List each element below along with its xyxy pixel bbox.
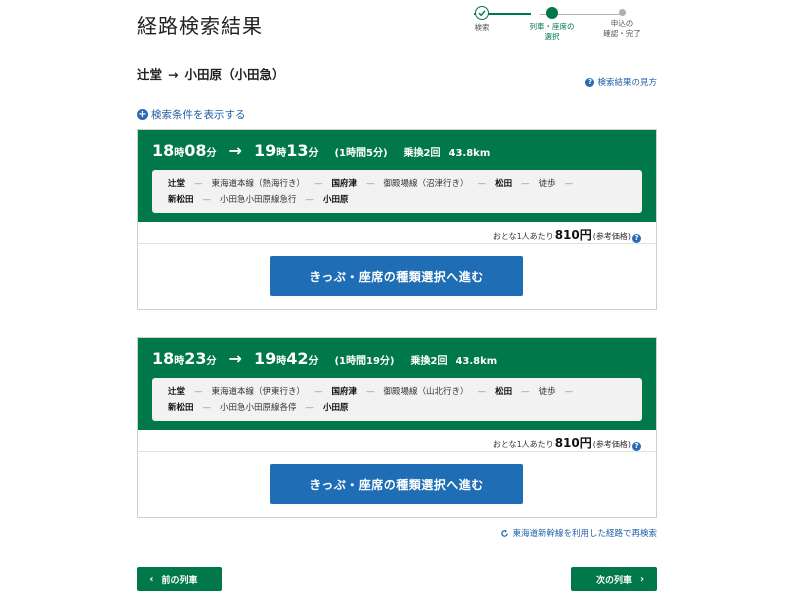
refresh-icon <box>501 529 509 537</box>
progress-stepper: 検索 列車・座席の 選択 申込の 確認・完了 <box>458 6 658 46</box>
transfers: 乗換2回 <box>403 148 441 159</box>
pending-step-dot <box>618 9 626 16</box>
step-search: 検索 <box>452 6 512 33</box>
show-conditions-link[interactable]: + 検索条件を表示する <box>137 107 246 122</box>
duration: (1時間19分) <box>334 356 395 367</box>
route-arrow: → <box>168 67 179 82</box>
distance: 43.8km <box>448 148 491 159</box>
route-details: 辻堂 — 東海道本線（熱海行き） — 国府津 — 御殿場線（沼津行き） — 松田 — 徒歩 — 新松田… <box>152 170 642 213</box>
proceed-button[interactable]: きっぷ・座席の種類選択へ進む <box>270 256 523 296</box>
route-details: 辻堂 — 東海道本線（伊東行き） — 国府津 — 御殿場線（山北行き） — 松田 — 徒歩 — 新松田… <box>152 378 642 421</box>
step-select: 列車・座席の 選択 <box>522 6 582 42</box>
question-icon: ? <box>585 77 595 87</box>
chevron-left-icon: ‹ <box>149 573 154 585</box>
show-conditions-label: 検索条件を表示する <box>151 109 246 121</box>
research-shinkansen-link[interactable]: 東海道新幹線を利用した経路で再検索 <box>500 527 657 539</box>
route-from: 辻堂 <box>137 67 163 82</box>
result-header: 18 時 23 分 → 19 時 42 分 (1時間19分) 乗換2回 43.8km 辻堂 —… <box>138 338 656 430</box>
check-icon <box>475 6 489 20</box>
price: おとな1人あたり 810円 (参考価格)? <box>493 226 641 243</box>
transfers: 乗換2回 <box>410 356 448 367</box>
result-times: 18 時 23 分 → 19 時 42 分 (1時間19分) 乗換2回 43.8km <box>152 349 498 368</box>
current-step-dot <box>546 7 558 19</box>
step-label: 申込の 確認・完了 <box>603 19 641 38</box>
question-icon[interactable]: ? <box>632 234 641 243</box>
research-link-label: 東海道新幹線を利用した経路で再検索 <box>512 529 657 539</box>
duration: (1時間5分) <box>334 148 388 159</box>
question-icon[interactable]: ? <box>632 442 641 451</box>
step-label: 検索 <box>474 23 490 32</box>
price: おとな1人あたり 810円 (参考価格)? <box>493 434 641 451</box>
route-summary: 辻堂 → 小田原（小田急） <box>137 64 285 83</box>
prev-label: 前の列車 <box>161 575 198 586</box>
time-arrow: → <box>228 349 242 368</box>
chevron-right-icon: › <box>640 573 645 585</box>
proceed-button[interactable]: きっぷ・座席の種類選択へ進む <box>270 464 523 504</box>
result-header: 18 時 08 分 → 19 時 13 分 (1時間5分) 乗換2回 43.8km 辻堂 — 東… <box>138 130 656 222</box>
distance: 43.8km <box>455 356 498 367</box>
prev-train-button[interactable]: ‹前の列車› <box>137 567 222 591</box>
plus-circle-icon: + <box>137 109 148 120</box>
route-to: 小田原（小田急） <box>184 67 285 82</box>
help-link-label: 検索結果の見方 <box>597 78 657 88</box>
step-label: 列車・座席の 選択 <box>529 22 575 41</box>
result-card: 18 時 08 分 → 19 時 13 分 (1時間5分) 乗換2回 43.8km 辻堂 — 東… <box>137 129 657 310</box>
result-card: 18 時 23 分 → 19 時 42 分 (1時間19分) 乗換2回 43.8km 辻堂 —… <box>137 337 657 518</box>
help-link[interactable]: ? 検索結果の見方 <box>585 76 657 88</box>
page-title: 経路検索結果 <box>137 14 263 38</box>
price-row: おとな1人あたり 810円 (参考価格)? <box>138 430 656 452</box>
next-train-button[interactable]: ‹次の列車› <box>571 567 657 591</box>
price-row: おとな1人あたり 810円 (参考価格)? <box>138 222 656 244</box>
result-times: 18 時 08 分 → 19 時 13 分 (1時間5分) 乗換2回 43.8km <box>152 141 491 160</box>
next-label: 次の列車 <box>595 575 632 586</box>
step-confirm: 申込の 確認・完了 <box>592 6 652 39</box>
time-arrow: → <box>228 141 242 160</box>
